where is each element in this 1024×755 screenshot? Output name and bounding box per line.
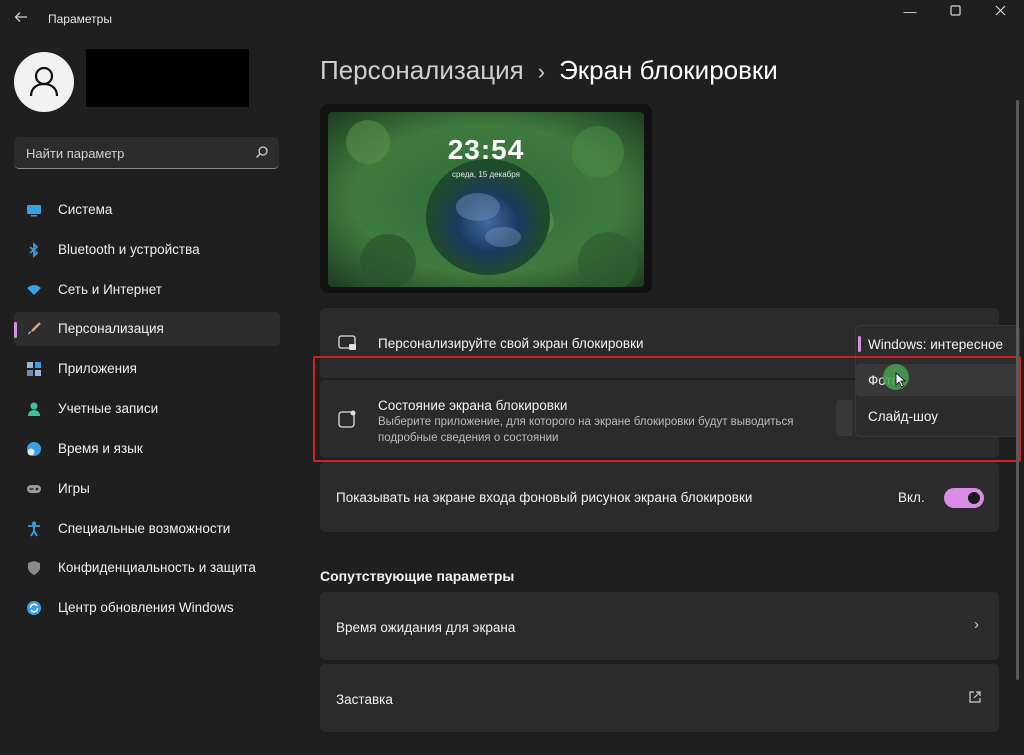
sidebar-item-label: Учетные записи xyxy=(58,401,159,416)
sidebar-item-windows-update[interactable]: Центр обновления Windows xyxy=(14,591,280,625)
sidebar-item-label: Сеть и Интернет xyxy=(58,282,162,297)
sidebar-item-label: Персонализация xyxy=(58,321,164,336)
sidebar-item-apps[interactable]: Приложения xyxy=(14,352,280,386)
sidebar-item-label: Центр обновления Windows xyxy=(58,600,234,615)
avatar[interactable] xyxy=(14,52,74,112)
settings-window: Параметры — Найти параметр Система Bluet… xyxy=(0,0,1024,755)
sidebar-item-label: Система xyxy=(58,202,113,217)
minimize-button[interactable]: — xyxy=(900,4,920,20)
breadcrumb-parent[interactable]: Персонализация xyxy=(320,55,524,85)
update-icon xyxy=(27,601,41,615)
close-button[interactable] xyxy=(990,4,1010,20)
sidebar-item-accounts[interactable]: Учетные записи xyxy=(14,392,280,426)
toggle-state-label: Вкл. xyxy=(898,490,925,505)
page-title: Экран блокировки xyxy=(559,55,778,85)
scrollbar[interactable] xyxy=(1016,100,1019,680)
signin-background-label: Показывать на экране входа фоновый рисун… xyxy=(336,490,753,505)
toggle-knob xyxy=(968,492,980,504)
user-name-redacted xyxy=(86,49,249,107)
sidebar-item-label: Время и язык xyxy=(58,441,143,456)
open-external-icon xyxy=(969,691,981,703)
selection-indicator xyxy=(14,322,17,338)
gamepad-icon xyxy=(27,485,41,493)
maximize-button[interactable] xyxy=(945,4,965,20)
screen-saver-link[interactable]: Заставка xyxy=(320,664,999,732)
back-button[interactable] xyxy=(14,10,30,28)
sidebar-item-gaming[interactable]: Игры xyxy=(14,472,280,506)
shield-icon xyxy=(28,561,40,575)
arrow-left-icon xyxy=(14,12,27,22)
preview-date: среда, 15 декабря xyxy=(452,170,520,179)
brush-icon xyxy=(28,322,41,335)
personalize-lock-screen-label: Персонализируйте свой экран блокировки xyxy=(378,336,644,351)
sidebar-item-label: Bluetooth и устройства xyxy=(58,242,200,257)
sidebar-item-network[interactable]: Сеть и Интернет xyxy=(14,273,280,307)
breadcrumb: Персонализация › Экран блокировки xyxy=(320,55,778,86)
lock-screen-preview: 23:54 среда, 15 декабря xyxy=(320,104,652,293)
mouse-cursor-icon xyxy=(895,372,907,388)
apps-icon xyxy=(27,362,41,376)
screen-timeout-link[interactable]: Время ожидания для экрана › xyxy=(320,592,999,660)
selection-indicator xyxy=(858,336,861,352)
display-icon xyxy=(27,205,41,217)
sidebar-item-label: Приложения xyxy=(58,361,137,376)
breadcrumb-separator: › xyxy=(537,59,546,84)
wifi-icon xyxy=(27,285,41,295)
sidebar-item-accessibility[interactable]: Специальные возможности xyxy=(14,512,280,546)
search-input[interactable]: Найти параметр xyxy=(26,146,124,161)
sidebar-item-privacy[interactable]: Конфиденциальность и защита xyxy=(14,551,280,585)
person-icon xyxy=(29,66,59,97)
screen-saver-label: Заставка xyxy=(336,692,393,707)
dropdown-option-label: Windows: интересное xyxy=(868,337,1004,352)
sidebar-item-label: Специальные возможности xyxy=(58,521,231,536)
sidebar-item-label: Конфиденциальность и защита xyxy=(58,560,256,575)
lock-screen-icon xyxy=(338,335,356,350)
search-box[interactable]: Найти параметр xyxy=(14,137,279,169)
sidebar-item-time-language[interactable]: Время и язык xyxy=(14,432,280,466)
accessibility-icon xyxy=(28,521,40,537)
app-title: Параметры xyxy=(48,12,112,26)
maximize-icon xyxy=(949,5,961,16)
close-icon xyxy=(995,5,1005,16)
preview-time: 23:54 xyxy=(447,134,525,165)
title-bar: Параметры — xyxy=(0,0,1024,40)
person-icon xyxy=(28,402,40,416)
sidebar-item-system[interactable]: Система xyxy=(14,193,280,227)
sidebar-item-label: Игры xyxy=(58,481,90,496)
sidebar-item-personalization[interactable]: Персонализация xyxy=(14,312,280,346)
highlight-annotation xyxy=(313,356,1021,462)
screen-timeout-label: Время ожидания для экрана xyxy=(336,620,516,635)
minimize-icon: — xyxy=(903,4,917,19)
chevron-right-icon: › xyxy=(974,616,979,633)
search-icon xyxy=(256,146,268,158)
signin-background-toggle[interactable] xyxy=(944,488,984,508)
related-settings-heading: Сопутствующие параметры xyxy=(320,568,515,584)
sidebar-item-bluetooth[interactable]: Bluetooth и устройства xyxy=(14,233,280,267)
bluetooth-icon xyxy=(29,242,39,258)
globe-clock-icon xyxy=(27,442,41,456)
